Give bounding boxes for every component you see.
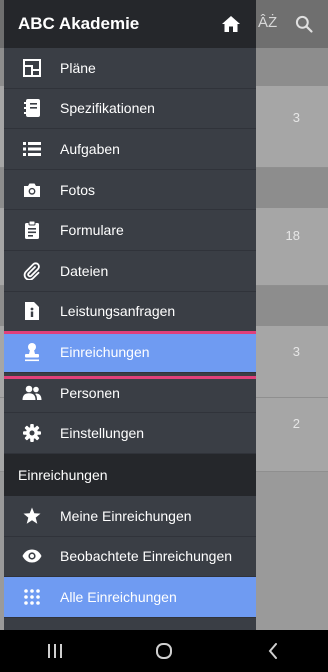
drawer-item-label: Beobachtete Einreichungen [60,548,233,565]
drawer-item-label: Leistungsanfragen [60,303,176,320]
grid-icon [24,589,40,605]
drawer-header: ABC Akademie [4,0,256,48]
drawer-item-label: Meine Einreichungen [60,507,192,524]
home-circle-icon [155,643,172,659]
drawer-subitem-my-submissions[interactable]: Meine Einreichungen [4,496,256,537]
drawer-item-label: Pläne [60,59,96,76]
drawer-item-label: Personen [60,384,120,401]
navigation-drawer: ABC Akademie Pläne Spezifikationen Aufga… [4,0,256,630]
camera-icon [24,183,40,197]
item-count: 3 [292,344,300,359]
clipboard-icon [25,220,39,240]
drawer-item-service-requests[interactable]: Leistungsanfragen [4,292,256,333]
stamp-icon [25,342,39,362]
star-icon [23,507,41,524]
search-icon[interactable] [294,14,314,34]
drawer-item-label: Aufgaben [60,140,120,157]
home-button[interactable] [220,13,242,35]
home-icon [222,16,240,32]
tasks-icon [23,141,41,156]
drawer-item-specifications[interactable]: Spezifikationen [4,89,256,130]
drawer-item-plans[interactable]: Pläne [4,48,256,89]
item-count: 3 [292,110,300,125]
drawer-item-files[interactable]: Dateien [4,251,256,292]
recent-apps-icon [47,644,62,658]
drawer-item-photos[interactable]: Fotos [4,170,256,211]
drawer-subitem-all-submissions[interactable]: Alle Einreichungen [4,577,256,618]
drawer-item-label: Einreichungen [60,343,150,360]
back-chevron-icon [268,643,278,659]
drawer-item-label: Formulare [60,222,124,239]
drawer-item-label: Dateien [60,262,109,279]
drawer-section-submissions: Einreichungen [4,453,256,496]
home-nav-button[interactable] [144,636,184,666]
drawer-item-label: Fotos [60,181,96,198]
eye-icon [22,549,42,563]
people-icon [22,385,42,400]
drawer-item-submissions[interactable]: Einreichungen [4,331,256,379]
back-button[interactable] [253,636,293,666]
info-document-icon [25,302,39,321]
specifications-icon [24,99,40,118]
drawer-item-label: Spezifikationen [60,100,155,117]
system-navigation-bar [0,630,328,672]
paperclip-icon [23,262,40,280]
drawer-subitem-watched-submissions[interactable]: Beobachtete Einreichungen [4,537,256,578]
plans-icon [23,58,41,77]
drawer-item-label: Alle Einreichungen [60,588,177,605]
item-count: 2 [292,416,300,431]
recent-apps-button[interactable] [35,636,75,666]
item-count: 18 [285,228,300,243]
drawer-item-label: Einstellungen [60,425,145,442]
gear-icon [23,424,41,443]
drawer-item-tasks[interactable]: Aufgaben [4,129,256,170]
drawer-item-settings[interactable]: Einstellungen [4,413,256,454]
drawer-item-people[interactable]: Personen [4,373,256,414]
drawer-item-forms[interactable]: Formulare [4,210,256,251]
sort-button[interactable]: ÂŻ [258,14,277,31]
app-title: ABC Akademie [18,14,140,33]
